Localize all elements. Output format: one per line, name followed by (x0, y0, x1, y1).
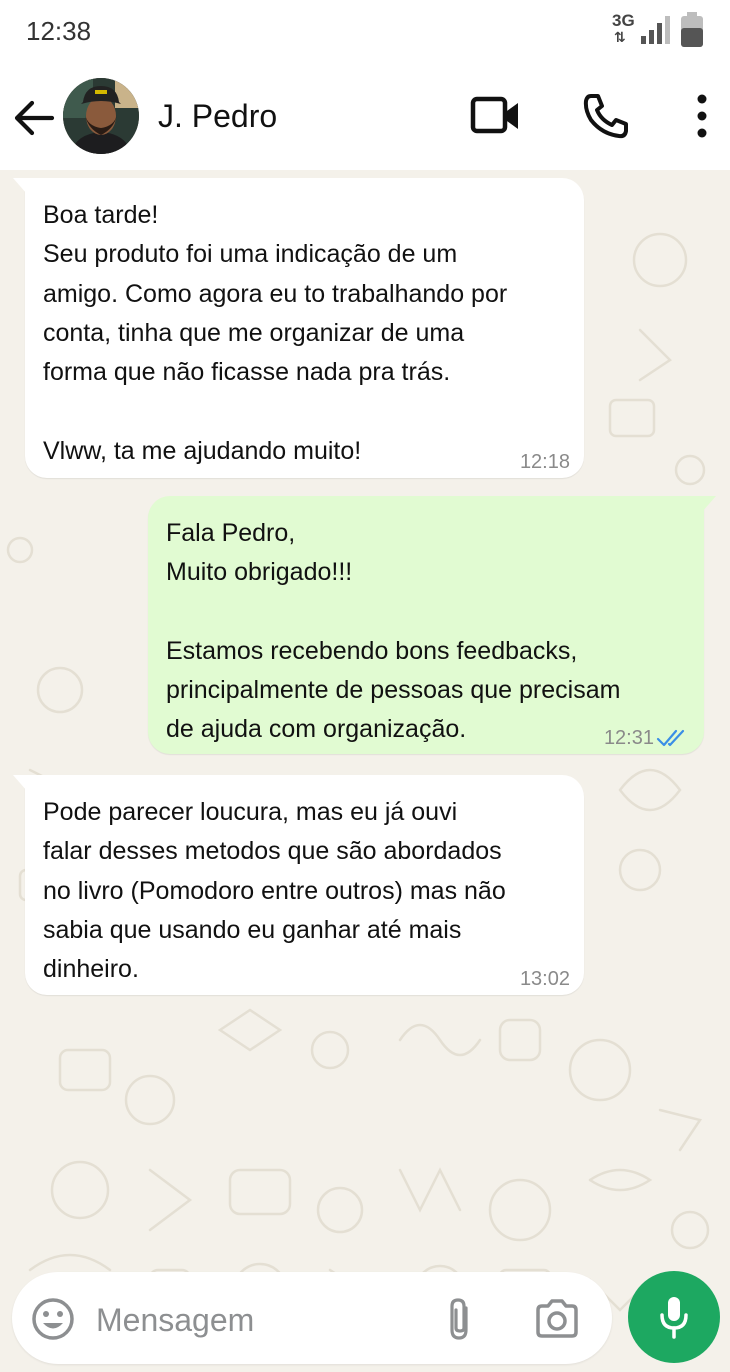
battery-icon (681, 12, 703, 47)
bubble-tail (13, 775, 27, 791)
message-composer (12, 1272, 612, 1364)
voice-message-button[interactable] (628, 1271, 720, 1363)
status-bar: 12:38 3G ⇅ (0, 0, 730, 66)
avatar[interactable] (63, 78, 139, 154)
message-bubble-incoming[interactable]: Pode parecer loucura, mas eu já ouvi fal… (13, 775, 584, 995)
message-text: Fala Pedro, Muito obrigado!!! Estamos re… (166, 519, 621, 744)
contact-name[interactable]: J. Pedro (158, 98, 277, 135)
voice-call-button[interactable] (582, 92, 630, 140)
message-text: Boa tarde! Seu produto foi uma indicação… (43, 201, 508, 465)
status-icons: 3G ⇅ (610, 10, 710, 50)
network-activity-icon: ⇅ (614, 29, 626, 45)
back-button[interactable] (12, 96, 56, 140)
more-options-icon (697, 94, 707, 138)
message-time: 13:02 (519, 968, 570, 990)
message-text: Pode parecer loucura, mas eu já ouvi fal… (43, 798, 506, 984)
bubble-tail (13, 178, 27, 194)
phone-icon (583, 94, 628, 139)
emoji-icon (32, 1298, 74, 1340)
status-time: 12:38 (26, 16, 92, 46)
emoji-button[interactable] (30, 1296, 76, 1342)
video-call-icon (470, 96, 518, 134)
chat-area[interactable]: Boa tarde! Seu produto foi uma indicação… (0, 170, 730, 1372)
more-options-button[interactable] (688, 94, 716, 138)
message-time: 12:31 (603, 727, 654, 749)
camera-icon (536, 1299, 578, 1338)
message-time: 12:18 (519, 451, 570, 473)
signal-icon (641, 16, 670, 44)
read-receipt-icon (656, 729, 685, 747)
network-type-label: 3G (612, 11, 635, 30)
attach-icon (450, 1298, 468, 1340)
message-bubble-incoming[interactable]: Boa tarde! Seu produto foi uma indicação… (13, 178, 584, 478)
message-bubble-outgoing[interactable]: Fala Pedro, Muito obrigado!!! Estamos re… (148, 496, 716, 754)
microphone-icon (660, 1297, 688, 1339)
contact-photo (63, 78, 139, 154)
bubble-tail (702, 496, 716, 512)
back-arrow-icon (14, 100, 55, 136)
chat-header: J. Pedro (0, 66, 730, 170)
attach-button[interactable] (442, 1296, 478, 1344)
camera-button[interactable] (534, 1298, 580, 1340)
message-input[interactable] (96, 1298, 416, 1342)
video-call-button[interactable] (470, 94, 522, 138)
